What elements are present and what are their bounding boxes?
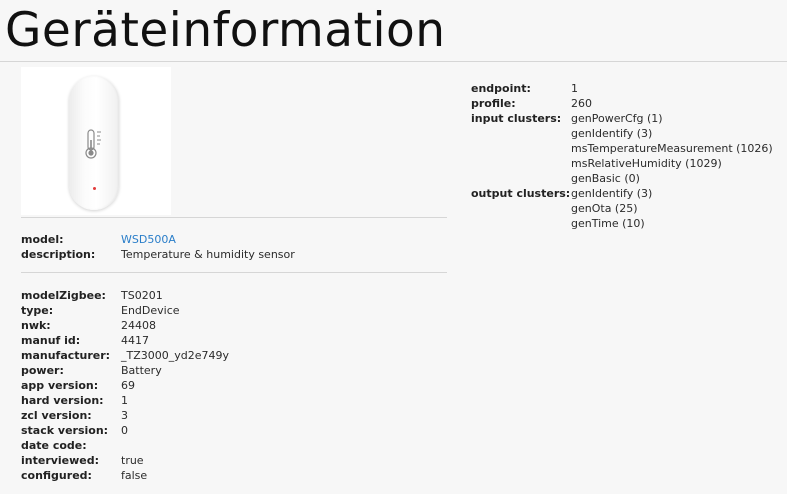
detail-row: power: Battery <box>21 363 229 378</box>
detail-row: zcl version: 3 <box>21 408 229 423</box>
detail-value: 69 <box>121 379 135 392</box>
page-title: Geräteinformation <box>5 3 446 58</box>
detail-row: manufacturer: _TZ3000_yd2e749y <box>21 348 229 363</box>
status-led <box>93 187 96 190</box>
detail-row: app version: 69 <box>21 378 229 393</box>
model-label: model: <box>21 233 64 246</box>
cluster-item: genIdentify (3) <box>571 127 653 140</box>
detail-value: false <box>121 469 148 482</box>
profile-value: 260 <box>571 97 592 110</box>
detail-row: stack version: 0 <box>21 423 229 438</box>
title-divider <box>0 61 787 62</box>
endpoint-label: endpoint: <box>471 82 531 95</box>
detail-value: 24408 <box>121 319 156 332</box>
detail-row: manuf id: 4417 <box>21 333 229 348</box>
detail-label: stack version: <box>21 424 109 437</box>
detail-label: power: <box>21 364 64 377</box>
cluster-item: genPowerCfg (1) <box>571 112 663 125</box>
device-image <box>21 67 171 215</box>
endpoint-section: endpoint: 1 profile: 260 input clusters:… <box>471 81 773 231</box>
detail-row: date code: <box>21 438 229 453</box>
cluster-item: msTemperatureMeasurement (1026) <box>571 142 773 155</box>
model-row: model: WSD500A <box>21 232 295 247</box>
detail-label: nwk: <box>21 319 51 332</box>
detail-value: 4417 <box>121 334 149 347</box>
thermometer-icon <box>85 129 101 159</box>
cluster-item: genOta (25) <box>571 202 638 215</box>
detail-label: hard version: <box>21 394 104 407</box>
model-value: WSD500A <box>121 232 176 247</box>
cluster-item: genIdentify (3) <box>571 187 653 200</box>
endpoint-row: endpoint: 1 <box>471 81 773 96</box>
detail-label: date code: <box>21 439 87 452</box>
detail-value: true <box>121 454 144 467</box>
model-link[interactable]: WSD500A <box>121 233 176 246</box>
cluster-item: genBasic (0) <box>571 172 640 185</box>
profile-row: profile: 260 <box>471 96 773 111</box>
description-row: description: Temperature & humidity sens… <box>21 247 295 262</box>
profile-label: profile: <box>471 97 516 110</box>
detail-row: nwk: 24408 <box>21 318 229 333</box>
detail-row: modelZigbee: TS0201 <box>21 288 229 303</box>
output-clusters-row: output clusters: genIdentify (3) genOta … <box>471 186 773 231</box>
detail-label: configured: <box>21 469 92 482</box>
detail-value: EndDevice <box>121 304 180 317</box>
input-clusters-row: input clusters: genPowerCfg (1) genIdent… <box>471 111 773 186</box>
sensor-body <box>69 76 119 210</box>
output-clusters-label: output clusters: <box>471 187 571 200</box>
detail-label: type: <box>21 304 54 317</box>
description-value: Temperature & humidity sensor <box>121 248 295 261</box>
input-clusters-label: input clusters: <box>471 112 562 125</box>
device-details: modelZigbee: TS0201 type: EndDevice nwk: 24… <box>21 288 229 483</box>
detail-label: manufacturer: <box>21 349 111 362</box>
output-clusters-list: genIdentify (3) genOta (25) genTime (10) <box>571 186 652 231</box>
detail-label: manuf id: <box>21 334 81 347</box>
section-divider <box>21 272 447 273</box>
detail-label: app version: <box>21 379 99 392</box>
detail-row: configured: false <box>21 468 229 483</box>
section-divider <box>21 217 447 218</box>
detail-value: 3 <box>121 409 128 422</box>
model-section: model: WSD500A description: Temperature … <box>21 232 295 262</box>
cluster-item: genTime (10) <box>571 217 645 230</box>
detail-value: 1 <box>121 394 128 407</box>
endpoint-value: 1 <box>571 82 578 95</box>
detail-value: 0 <box>121 424 128 437</box>
input-clusters-list: genPowerCfg (1) genIdentify (3) msTemper… <box>571 111 773 186</box>
detail-value: Battery <box>121 364 162 377</box>
detail-label: modelZigbee: <box>21 289 106 302</box>
detail-label: interviewed: <box>21 454 100 467</box>
detail-row: interviewed: true <box>21 453 229 468</box>
detail-value: TS0201 <box>121 289 163 302</box>
detail-row: type: EndDevice <box>21 303 229 318</box>
description-label: description: <box>21 248 96 261</box>
cluster-item: msRelativeHumidity (1029) <box>571 157 722 170</box>
detail-value: _TZ3000_yd2e749y <box>121 349 230 362</box>
detail-row: hard version: 1 <box>21 393 229 408</box>
detail-label: zcl version: <box>21 409 92 422</box>
